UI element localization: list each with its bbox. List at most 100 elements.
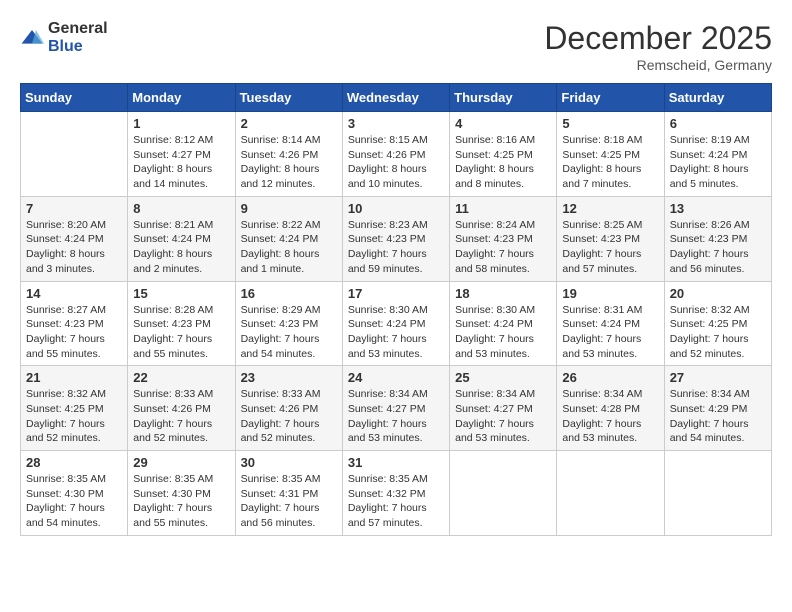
calendar-cell: 14 Sunrise: 8:27 AM Sunset: 4:23 PM Dayli… [21,281,128,366]
day-number: 10 [348,201,444,216]
day-info: Sunrise: 8:27 AM Sunset: 4:23 PM Dayligh… [26,303,122,362]
weekday-header: Thursday [450,84,557,112]
calendar-cell: 10 Sunrise: 8:23 AM Sunset: 4:23 PM Dayli… [342,196,449,281]
day-number: 13 [670,201,766,216]
day-number: 7 [26,201,122,216]
day-number: 21 [26,370,122,385]
day-number: 2 [241,116,337,131]
day-number: 9 [241,201,337,216]
day-info: Sunrise: 8:35 AM Sunset: 4:31 PM Dayligh… [241,472,337,531]
day-info: Sunrise: 8:35 AM Sunset: 4:32 PM Dayligh… [348,472,444,531]
day-number: 31 [348,455,444,470]
day-info: Sunrise: 8:23 AM Sunset: 4:23 PM Dayligh… [348,218,444,277]
logo-general: General [48,20,108,38]
title-block: December 2025 Remscheid, Germany [544,20,772,73]
calendar-cell: 4 Sunrise: 8:16 AM Sunset: 4:25 PM Daylig… [450,112,557,197]
logo-icon [20,26,44,50]
calendar-cell: 23 Sunrise: 8:33 AM Sunset: 4:26 PM Dayli… [235,366,342,451]
day-info: Sunrise: 8:18 AM Sunset: 4:25 PM Dayligh… [562,133,658,192]
day-number: 22 [133,370,229,385]
calendar-cell: 25 Sunrise: 8:34 AM Sunset: 4:27 PM Dayli… [450,366,557,451]
day-number: 15 [133,286,229,301]
calendar-cell: 3Sunrise: 8:15 AM Sunset: 4:26 PM Daylig… [342,112,449,197]
day-number: 14 [26,286,122,301]
calendar-cell: 15 Sunrise: 8:28 AM Sunset: 4:23 PM Dayli… [128,281,235,366]
day-number: 4 [455,116,551,131]
day-number: 16 [241,286,337,301]
calendar-cell: 28Sunrise: 8:35 AM Sunset: 4:30 PM Dayli… [21,451,128,536]
day-number: 23 [241,370,337,385]
day-info: Sunrise: 8:30 AM Sunset: 4:24 PM Dayligh… [348,303,444,362]
day-info: Sunrise: 8:35 AM Sunset: 4:30 PM Dayligh… [133,472,229,531]
day-info: Sunrise: 8:12 AM Sunset: 4:27 PM Dayligh… [133,133,229,192]
day-info: Sunrise: 8:15 AM Sunset: 4:26 PM Dayligh… [348,133,444,192]
day-info: Sunrise: 8:16 AM Sunset: 4:25 PM Dayligh… [455,133,551,192]
day-number: 20 [670,286,766,301]
calendar-week-row: 1 Sunrise: 8:12 AM Sunset: 4:27 PM Daylig… [21,112,772,197]
calendar-cell: 30 Sunrise: 8:35 AM Sunset: 4:31 PM Dayli… [235,451,342,536]
day-number: 29 [133,455,229,470]
day-info: Sunrise: 8:34 AM Sunset: 4:27 PM Dayligh… [348,387,444,446]
day-info: Sunrise: 8:21 AM Sunset: 4:24 PM Dayligh… [133,218,229,277]
calendar-cell [664,451,771,536]
calendar-week-row: 14 Sunrise: 8:27 AM Sunset: 4:23 PM Dayli… [21,281,772,366]
calendar-cell: 17 Sunrise: 8:30 AM Sunset: 4:24 PM Dayli… [342,281,449,366]
day-info: Sunrise: 8:19 AM Sunset: 4:24 PM Dayligh… [670,133,766,192]
calendar-cell: 31 Sunrise: 8:35 AM Sunset: 4:32 PM Dayli… [342,451,449,536]
day-number: 27 [670,370,766,385]
day-number: 11 [455,201,551,216]
day-number: 30 [241,455,337,470]
calendar-cell: 11Sunrise: 8:24 AM Sunset: 4:23 PM Dayli… [450,196,557,281]
calendar-cell: 16Sunrise: 8:29 AM Sunset: 4:23 PM Dayli… [235,281,342,366]
day-number: 17 [348,286,444,301]
day-number: 1 [133,116,229,131]
calendar-week-row: 21Sunrise: 8:32 AM Sunset: 4:25 PM Dayli… [21,366,772,451]
day-number: 19 [562,286,658,301]
calendar-cell: 26 Sunrise: 8:34 AM Sunset: 4:28 PM Dayli… [557,366,664,451]
month-title: December 2025 [544,20,772,57]
day-number: 12 [562,201,658,216]
calendar-cell: 20 Sunrise: 8:32 AM Sunset: 4:25 PM Dayli… [664,281,771,366]
day-info: Sunrise: 8:33 AM Sunset: 4:26 PM Dayligh… [133,387,229,446]
day-info: Sunrise: 8:34 AM Sunset: 4:29 PM Dayligh… [670,387,766,446]
calendar-cell: 27 Sunrise: 8:34 AM Sunset: 4:29 PM Dayli… [664,366,771,451]
calendar-cell: 13Sunrise: 8:26 AM Sunset: 4:23 PM Dayli… [664,196,771,281]
calendar-header-row: SundayMondayTuesdayWednesdayThursdayFrid… [21,84,772,112]
calendar-cell: 19 Sunrise: 8:31 AM Sunset: 4:24 PM Dayli… [557,281,664,366]
weekday-header: Monday [128,84,235,112]
day-info: Sunrise: 8:34 AM Sunset: 4:27 PM Dayligh… [455,387,551,446]
calendar-cell: 6Sunrise: 8:19 AM Sunset: 4:24 PM Daylig… [664,112,771,197]
calendar-cell [21,112,128,197]
weekday-header: Saturday [664,84,771,112]
day-number: 8 [133,201,229,216]
weekday-header: Friday [557,84,664,112]
day-info: Sunrise: 8:28 AM Sunset: 4:23 PM Dayligh… [133,303,229,362]
day-info: Sunrise: 8:34 AM Sunset: 4:28 PM Dayligh… [562,387,658,446]
calendar-cell: 29 Sunrise: 8:35 AM Sunset: 4:30 PM Dayli… [128,451,235,536]
day-info: Sunrise: 8:25 AM Sunset: 4:23 PM Dayligh… [562,218,658,277]
day-info: Sunrise: 8:31 AM Sunset: 4:24 PM Dayligh… [562,303,658,362]
calendar-cell: 18Sunrise: 8:30 AM Sunset: 4:24 PM Dayli… [450,281,557,366]
day-number: 24 [348,370,444,385]
logo-text: General Blue [48,20,108,55]
weekday-header: Tuesday [235,84,342,112]
day-info: Sunrise: 8:20 AM Sunset: 4:24 PM Dayligh… [26,218,122,277]
calendar-cell: 22 Sunrise: 8:33 AM Sunset: 4:26 PM Dayli… [128,366,235,451]
logo: General Blue [20,20,108,55]
day-info: Sunrise: 8:33 AM Sunset: 4:26 PM Dayligh… [241,387,337,446]
day-info: Sunrise: 8:30 AM Sunset: 4:24 PM Dayligh… [455,303,551,362]
location: Remscheid, Germany [544,57,772,73]
calendar-cell: 24 Sunrise: 8:34 AM Sunset: 4:27 PM Dayli… [342,366,449,451]
calendar-week-row: 28Sunrise: 8:35 AM Sunset: 4:30 PM Dayli… [21,451,772,536]
calendar-cell: 12 Sunrise: 8:25 AM Sunset: 4:23 PM Dayli… [557,196,664,281]
day-number: 5 [562,116,658,131]
day-number: 26 [562,370,658,385]
calendar-cell: 9Sunrise: 8:22 AM Sunset: 4:24 PM Daylig… [235,196,342,281]
logo-blue: Blue [48,38,108,56]
day-number: 25 [455,370,551,385]
weekday-header: Sunday [21,84,128,112]
day-info: Sunrise: 8:32 AM Sunset: 4:25 PM Dayligh… [670,303,766,362]
day-info: Sunrise: 8:14 AM Sunset: 4:26 PM Dayligh… [241,133,337,192]
calendar-cell [557,451,664,536]
calendar-cell: 7 Sunrise: 8:20 AM Sunset: 4:24 PM Daylig… [21,196,128,281]
